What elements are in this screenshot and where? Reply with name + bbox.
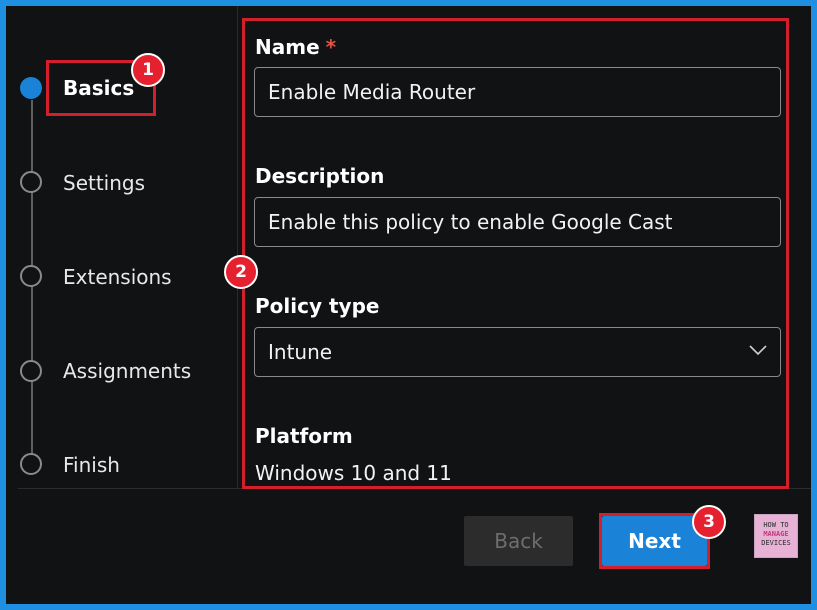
annotation-badge-2: 2 — [224, 255, 258, 289]
step-settings[interactable]: Settings — [0, 163, 230, 203]
step-extensions[interactable]: Extensions — [0, 257, 230, 297]
vertical-divider — [237, 6, 238, 488]
step-pending-icon — [20, 171, 42, 193]
highlight-box-form — [242, 18, 789, 489]
step-current-icon — [20, 77, 42, 99]
step-finish[interactable]: Finish — [0, 445, 230, 485]
step-pending-icon — [20, 453, 42, 475]
step-label: Extensions — [63, 265, 172, 289]
back-button[interactable]: Back — [464, 516, 573, 566]
step-assignments[interactable]: Assignments — [0, 351, 230, 391]
annotation-badge-1: 1 — [131, 53, 165, 87]
step-pending-icon — [20, 360, 42, 382]
how-to-manage-devices-logo: HOW TO MANAGE DEVICES — [754, 514, 798, 558]
step-pending-icon — [20, 265, 42, 287]
step-label: Settings — [63, 171, 146, 195]
step-label: Finish — [63, 453, 120, 477]
step-label: Assignments — [63, 359, 192, 383]
annotation-badge-3: 3 — [692, 505, 726, 539]
